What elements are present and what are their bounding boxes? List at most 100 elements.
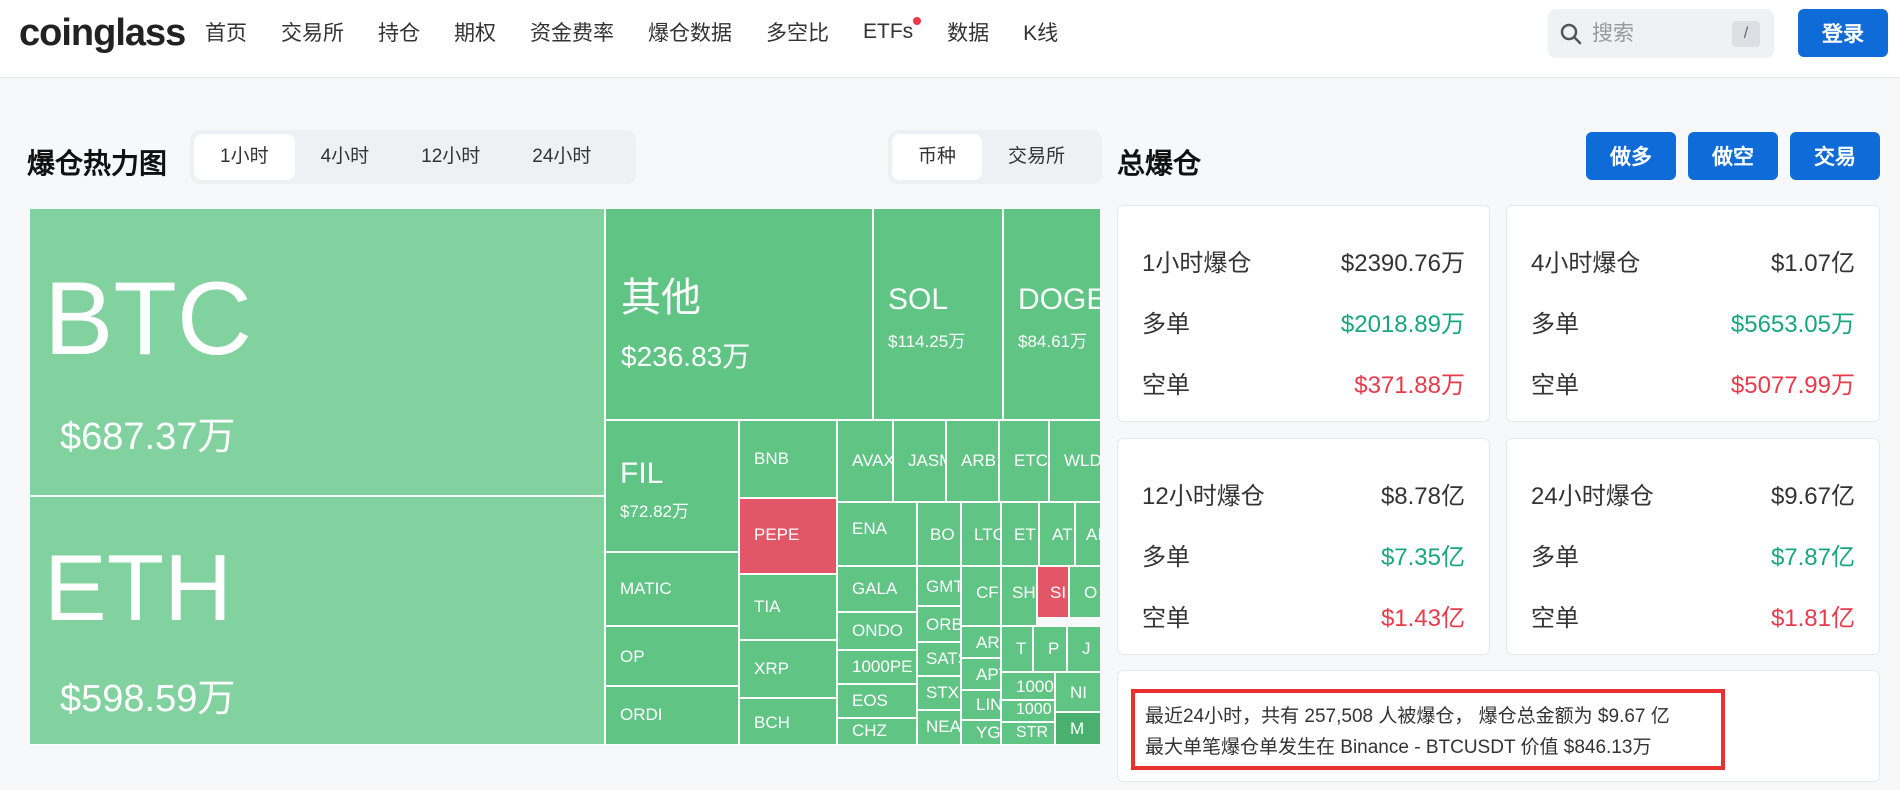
heatmap-tile-sol[interactable]: SOL $114.25万: [873, 208, 1003, 420]
tab-coin[interactable]: 币种: [892, 134, 983, 180]
highlighted-info-box: 最近24小时，共有 257,508 人被爆仓， 爆仓总金额为 $9.67 亿 最…: [1131, 689, 1725, 770]
heatmap-tile-ni[interactable]: NI: [1055, 672, 1100, 712]
heatmap-tile-arb[interactable]: ARB: [946, 420, 999, 502]
heatmap-tile-gala[interactable]: GALA: [837, 566, 917, 612]
heatmap-tile-chz[interactable]: CHZ: [837, 718, 917, 745]
tile-value: $236.83万: [621, 341, 751, 372]
heatmap-tile-ygg[interactable]: YGG: [961, 720, 1001, 745]
tab-1h[interactable]: 1小时: [194, 134, 295, 180]
nav-home[interactable]: 首页: [205, 17, 247, 47]
nav-long-short-ratio[interactable]: 多空比: [766, 17, 829, 47]
heatmap-tile-btc[interactable]: BTC $687.37万: [29, 208, 605, 496]
nav-data[interactable]: 数据: [947, 17, 989, 47]
time-range-tabs: 1小时 4小时 12小时 24小时: [190, 130, 636, 184]
long-label: 多单: [1142, 544, 1190, 571]
heatmap-tile-gmt[interactable]: GMT: [917, 566, 961, 606]
heatmap-tile-pepe[interactable]: PEPE: [739, 498, 837, 574]
heatmap-tile-ena[interactable]: ENA: [837, 502, 917, 566]
heatmap-tile-apt[interactable]: APT: [961, 658, 1001, 690]
nav-exchanges[interactable]: 交易所: [281, 17, 344, 47]
short-value: $1.43亿: [1380, 605, 1465, 632]
heatmap-tile-si[interactable]: SI: [1037, 566, 1069, 618]
nav-funding-rate[interactable]: 资金费率: [530, 17, 614, 47]
heatmap-tile-eos[interactable]: EOS: [837, 684, 917, 718]
heatmap-tile-et[interactable]: ET: [1001, 502, 1039, 566]
card-label: 1小时爆仓: [1142, 250, 1252, 277]
heatmap-tile-ltc[interactable]: LTC: [961, 502, 1001, 566]
notification-dot: [913, 17, 922, 25]
search-shortcut-hint: /: [1732, 21, 1760, 47]
heatmap-tile-fil[interactable]: FIL $72.82万: [605, 420, 739, 552]
heatmap-tile-tia[interactable]: TIA: [739, 574, 837, 640]
short-button[interactable]: 做空: [1688, 132, 1778, 180]
heatmap-tile-1000a[interactable]: 1000: [1001, 672, 1055, 700]
heatmap-tile-near[interactable]: NEA: [917, 710, 961, 745]
heatmap-tile-xrp[interactable]: XRP: [739, 640, 837, 698]
heatmap-tile-o[interactable]: O: [1069, 566, 1100, 618]
trade-button[interactable]: 交易: [1790, 132, 1880, 180]
heatmap-tile-bnb[interactable]: BNB: [739, 420, 837, 498]
nav-open-interest[interactable]: 持仓: [378, 17, 420, 47]
heatmap-tile-strk[interactable]: STR: [1001, 722, 1055, 745]
heatmap-tile-ai[interactable]: AI: [1075, 502, 1100, 566]
heatmap-tile-bch[interactable]: BCH: [739, 698, 837, 745]
long-label: 多单: [1531, 311, 1579, 338]
heatmap-tile-m[interactable]: M: [1055, 712, 1100, 745]
long-value: $7.87亿: [1770, 544, 1855, 571]
heatmap-tile-bo[interactable]: BO: [917, 502, 961, 566]
tab-24h[interactable]: 24小时: [506, 134, 617, 180]
tile-symbol: BTC: [44, 261, 252, 377]
heatmap-tile-avax[interactable]: AVAX: [837, 420, 893, 502]
heatmap-tile-1000b[interactable]: 1000: [1001, 700, 1055, 722]
card-total: $1.07亿: [1770, 250, 1855, 277]
heatmap-tile-1000pepe[interactable]: 1000PE: [837, 650, 917, 684]
heatmap-tile-at[interactable]: AT: [1039, 502, 1075, 566]
nav-liquidation-data[interactable]: 爆仓数据: [648, 17, 732, 47]
short-label: 空单: [1531, 372, 1579, 399]
heatmap-tile-jasmy[interactable]: JASMY: [893, 420, 946, 502]
tab-12h[interactable]: 12小时: [395, 134, 506, 180]
heatmap-tile-sh[interactable]: SH: [1001, 566, 1037, 626]
heatmap-tile-eth[interactable]: ETH $598.59万: [29, 496, 605, 745]
heatmap-tile-cf[interactable]: CF: [961, 566, 1001, 626]
heatmap-tile-ordi[interactable]: ORDI: [605, 686, 739, 745]
heatmap-tile-ondo[interactable]: ONDO: [837, 612, 917, 650]
heatmap-tile-orb[interactable]: ORB: [917, 606, 961, 642]
nav-options[interactable]: 期权: [454, 17, 496, 47]
tab-4h[interactable]: 4小时: [295, 134, 396, 180]
info-line-largest: 最大单笔爆仓单发生在 Binance - BTCUSDT 价值 $846.13万: [1145, 737, 1652, 758]
card-12h: 12小时爆仓 $8.78亿 多单 $7.35亿 空单 $1.43亿: [1117, 438, 1490, 655]
heatmap-tile-link[interactable]: LIN: [961, 690, 1001, 720]
card-total: $2390.76万: [1340, 250, 1465, 277]
short-label: 空单: [1142, 605, 1190, 632]
search-input[interactable]: [1592, 21, 1722, 46]
tile-value: $114.25万: [888, 332, 966, 351]
heatmap-tile-matic[interactable]: MATIC: [605, 552, 739, 626]
heatmap-tile-stx[interactable]: STX: [917, 676, 961, 710]
search-box[interactable]: /: [1548, 9, 1774, 58]
card-24h: 24小时爆仓 $9.67亿 多单 $7.87亿 空单 $1.81亿: [1506, 438, 1880, 655]
logo[interactable]: coinglass: [19, 12, 186, 55]
login-button[interactable]: 登录: [1798, 9, 1888, 57]
heatmap-tile-p[interactable]: P: [1033, 626, 1067, 672]
info-line-24h: 最近24小时，共有 257,508 人被爆仓， 爆仓总金额为 $9.67 亿: [1145, 706, 1670, 727]
heatmap-tile-j[interactable]: J: [1067, 626, 1100, 672]
short-label: 空单: [1142, 372, 1190, 399]
heatmap-tile-ar[interactable]: AR: [961, 626, 1001, 658]
card-label: 12小时爆仓: [1142, 483, 1265, 510]
tile-value: $598.59万: [60, 678, 236, 720]
nav-kline[interactable]: K线: [1023, 17, 1058, 47]
heatmap-tile-sats[interactable]: SATS: [917, 642, 961, 676]
long-value: $2018.89万: [1340, 311, 1465, 338]
heatmap-tile-others[interactable]: 其他 $236.83万: [605, 208, 873, 420]
heatmap-tile-wld[interactable]: WLD: [1049, 420, 1100, 502]
tile-symbol: DOGE: [1018, 283, 1100, 316]
nav-etfs[interactable]: ETFs: [863, 17, 922, 44]
long-button[interactable]: 做多: [1586, 132, 1676, 180]
heatmap-tile-etc[interactable]: ETC: [999, 420, 1049, 502]
tab-exchange[interactable]: 交易所: [982, 134, 1091, 180]
heatmap-tile-op[interactable]: OP: [605, 626, 739, 686]
heatmap-tile-doge[interactable]: DOGE $84.61万: [1003, 208, 1100, 420]
heatmap-tile-t[interactable]: T: [1001, 626, 1033, 672]
short-value: $1.81亿: [1770, 605, 1855, 632]
